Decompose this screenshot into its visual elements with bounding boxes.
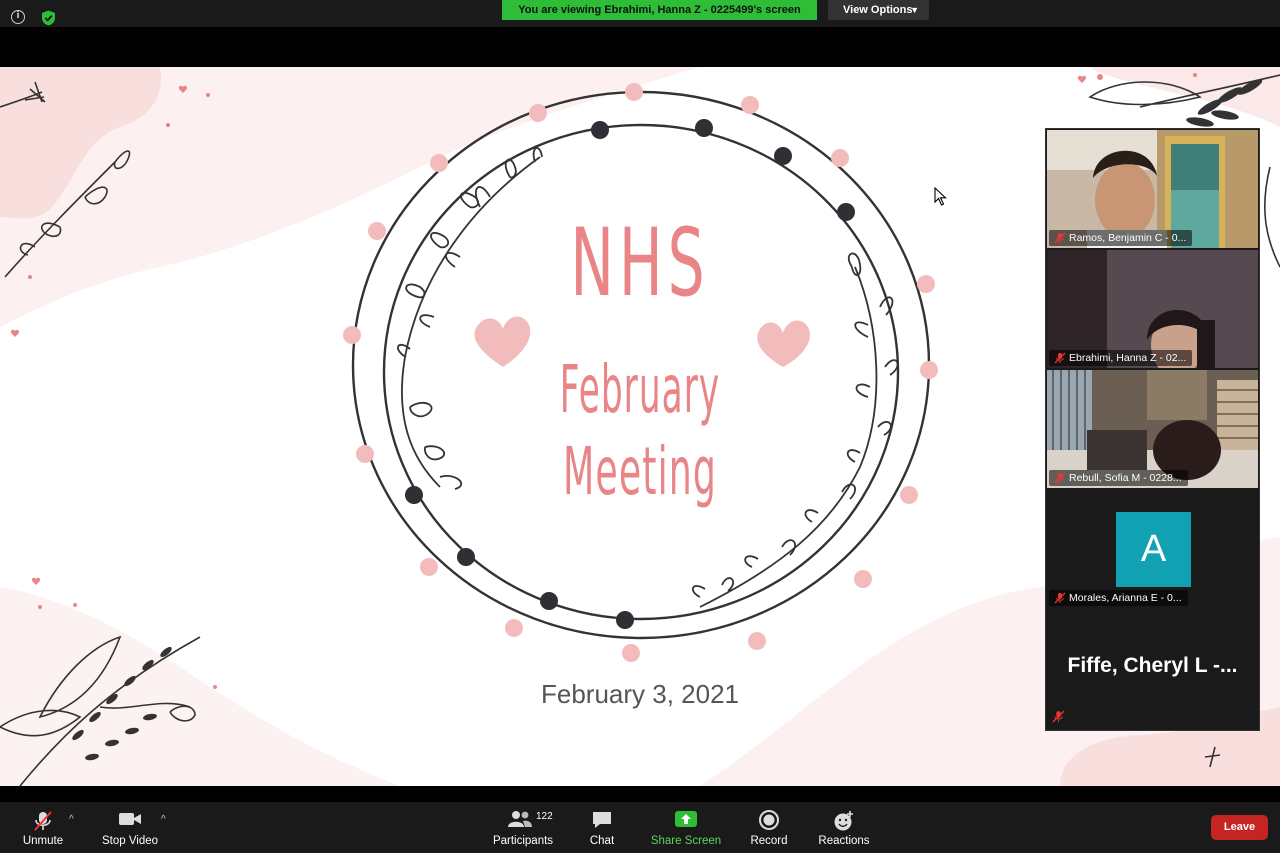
- audio-options-caret[interactable]: ^: [69, 814, 74, 825]
- chat-icon: [593, 812, 611, 828]
- chat-button[interactable]: Chat: [582, 802, 622, 853]
- participant-name-label: Ramos, Benjamin C - 0...: [1049, 230, 1193, 246]
- share-screen-icon: [675, 811, 697, 827]
- view-options-label: View Options: [843, 4, 913, 16]
- participant-name: Rebull, Sofia M - 0228...: [1069, 472, 1182, 484]
- slide-title-february: February: [559, 351, 721, 428]
- muted-mic-icon: [1054, 472, 1066, 484]
- participant-tile[interactable]: Fiffe, Cheryl L -...: [1047, 610, 1258, 728]
- participants-icon: [508, 811, 532, 827]
- top-bar: i You are viewing Ebrahimi, Hanna Z - 02…: [0, 0, 1280, 27]
- participant-name-label: Morales, Arianna E - 0...: [1049, 590, 1188, 606]
- participant-name: Ramos, Benjamin C - 0...: [1069, 232, 1187, 244]
- muted-mic-icon: [1052, 710, 1065, 723]
- unmute-label: Unmute: [22, 835, 64, 847]
- shield-icon[interactable]: [41, 10, 56, 26]
- muted-mic-icon: [1054, 232, 1066, 244]
- participant-tile-active[interactable]: Ebrahimi, Hanna Z - 02...: [1047, 250, 1258, 368]
- participant-tile[interactable]: A Morales, Arianna E - 0...: [1047, 490, 1258, 608]
- participant-tile[interactable]: Rebull, Sofia M - 0228...: [1047, 370, 1258, 488]
- video-options-caret[interactable]: ^: [161, 814, 166, 825]
- participant-gallery: Ramos, Benjamin C - 0... Ebrahimi, Hanna…: [1045, 128, 1260, 731]
- share-screen-label: Share Screen: [650, 835, 722, 847]
- unmute-button[interactable]: Unmute: [18, 802, 68, 853]
- meeting-toolbar: Unmute ^ Stop Video ^ 122 Participants C…: [0, 802, 1280, 853]
- stop-video-label: Stop Video: [101, 835, 159, 847]
- smiley-icon: [834, 811, 853, 831]
- chat-label: Chat: [589, 835, 615, 847]
- view-options-button[interactable]: View Options ▼: [828, 0, 929, 20]
- muted-mic-icon: [1054, 352, 1066, 364]
- record-label: Record: [750, 835, 788, 847]
- info-icon[interactable]: i: [11, 10, 25, 24]
- record-button[interactable]: Record: [748, 802, 790, 853]
- participant-name-label: Rebull, Sofia M - 0228...: [1049, 470, 1188, 486]
- reactions-button[interactable]: Reactions: [816, 802, 872, 853]
- participants-count: 122: [536, 811, 553, 822]
- share-screen-button[interactable]: Share Screen: [648, 802, 724, 853]
- muted-mic-icon: [34, 811, 52, 831]
- leave-button[interactable]: Leave: [1211, 815, 1268, 840]
- stop-video-button[interactable]: Stop Video: [100, 802, 160, 853]
- muted-mic-icon: [1054, 592, 1066, 604]
- avatar: A: [1116, 512, 1191, 587]
- participants-label: Participants: [492, 835, 554, 847]
- participants-button[interactable]: 122 Participants: [490, 802, 556, 853]
- participant-name: Ebrahimi, Hanna Z - 02...: [1069, 352, 1187, 364]
- mouse-pointer-icon: [934, 187, 947, 206]
- chevron-down-icon: ▼: [910, 5, 919, 15]
- participant-name: Morales, Arianna E - 0...: [1069, 592, 1182, 604]
- video-camera-icon: [119, 813, 141, 825]
- slide-title-meeting: Meeting: [562, 433, 718, 510]
- record-icon: [759, 810, 779, 830]
- participant-name-label: Ebrahimi, Hanna Z - 02...: [1049, 350, 1193, 366]
- participant-name: Fiffe, Cheryl L -...: [1067, 654, 1238, 677]
- reactions-label: Reactions: [818, 835, 870, 847]
- slide-date: February 3, 2021: [540, 679, 739, 709]
- participant-tile[interactable]: Ramos, Benjamin C - 0...: [1047, 130, 1258, 248]
- slide-title-nhs: NHS: [570, 209, 710, 318]
- viewing-screen-banner: You are viewing Ebrahimi, Hanna Z - 0225…: [502, 0, 817, 20]
